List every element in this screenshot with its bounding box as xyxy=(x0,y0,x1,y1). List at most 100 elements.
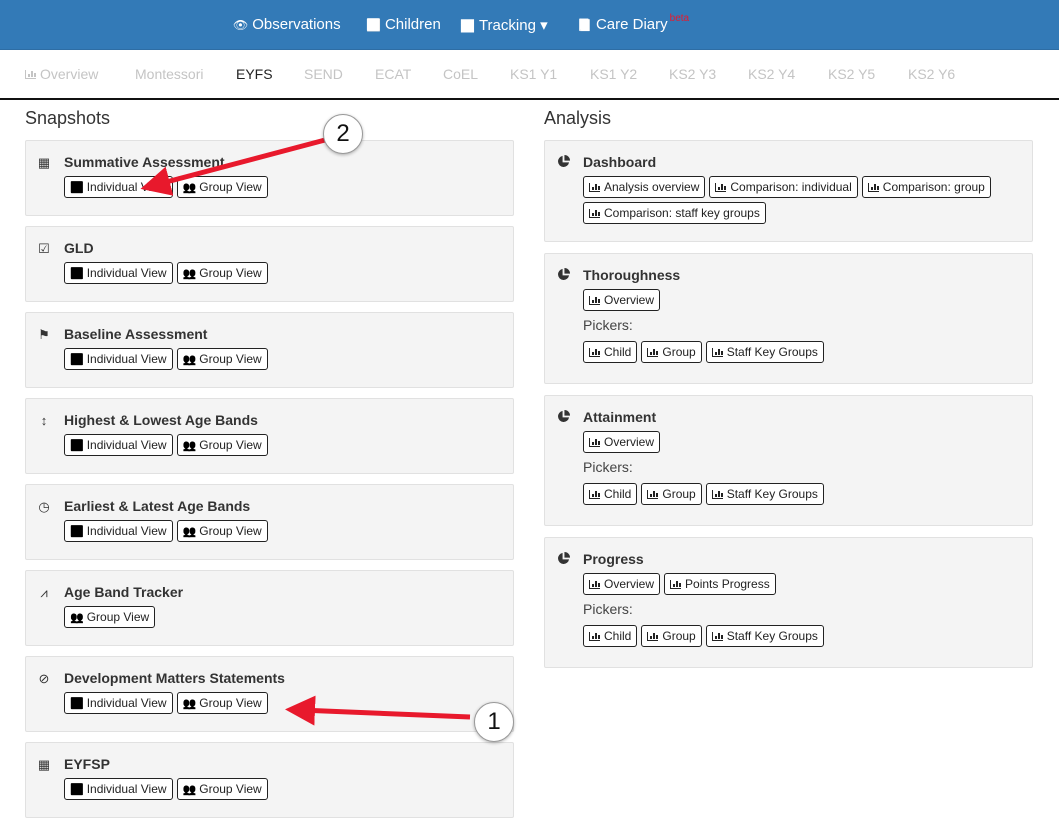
points-progress-button[interactable]: Points Progress xyxy=(664,573,776,595)
group-view-button[interactable]: 👥 Group View xyxy=(176,176,268,198)
tab-label: Montessori xyxy=(135,66,204,82)
button-row: 🚹 Individual View 👥 Group View xyxy=(64,692,503,714)
tab-ks2-y3[interactable]: KS2 Y3 xyxy=(669,66,716,82)
bar-chart-icon xyxy=(711,631,723,641)
pickers-label: Pickers: xyxy=(583,317,633,333)
tab-eyfs[interactable]: EYFS xyxy=(236,66,273,82)
tab-label: ECAT xyxy=(375,66,412,82)
button-label: Individual View xyxy=(86,782,167,796)
analysis-column: Analysis Dashboard Analysis overview Compa… xyxy=(544,108,1033,679)
picker-group-button[interactable]: Group xyxy=(641,625,702,647)
picker-child-button[interactable]: Child xyxy=(583,341,638,363)
button-row: 🚹 Individual View 👥 Group View xyxy=(64,520,503,542)
panel-title: Highest & Lowest Age Bands xyxy=(64,412,258,428)
group-view-button[interactable]: 👥 Group View xyxy=(176,348,268,370)
calendar-check-icon: ☑ xyxy=(38,241,50,256)
button-label: Group View xyxy=(199,266,262,280)
button-label: Group View xyxy=(199,352,262,366)
tab-label: KS1 Y1 xyxy=(510,66,558,82)
snapshot-panel-eyfsp: ▦ EYFSP 🚹 Individual View 👥 Group View xyxy=(25,742,514,818)
analysis-panel-thoroughness: Thoroughness Overview Pickers: Child Group St… xyxy=(544,253,1033,384)
nav-label: Care Diary xyxy=(595,16,668,33)
tab-ks1-y1[interactable]: KS1 Y1 xyxy=(510,66,557,82)
eye-icon: 👁 xyxy=(233,18,249,32)
child-icon: 🚹 xyxy=(70,353,84,366)
group-view-button[interactable]: 👥 Group View xyxy=(176,434,268,456)
bar-chart-icon xyxy=(589,489,600,499)
users-icon: 👥 xyxy=(182,697,197,710)
button-label: Individual View xyxy=(86,524,167,538)
group-view-button[interactable]: 👥 Group View xyxy=(64,606,156,628)
users-icon: 👥 xyxy=(182,439,197,452)
individual-view-button[interactable]: 🚹 Individual View xyxy=(64,434,173,456)
overview-button[interactable]: Overview xyxy=(583,431,661,453)
comparison-staff-key-groups-button[interactable]: Comparison: staff key groups xyxy=(583,202,766,224)
picker-staff-key-groups-button[interactable]: Staff Key Groups xyxy=(705,625,824,647)
nav-care-diary[interactable]: 📘 Care Diary beta xyxy=(577,13,690,33)
tab-ks2-y6[interactable]: KS2 Y6 xyxy=(908,66,955,82)
analysis-panel-dashboard: Dashboard Analysis overview Comparison: in… xyxy=(544,140,1033,242)
tab-ks1-y2[interactable]: KS1 Y2 xyxy=(590,66,637,82)
tab-ecat[interactable]: ECAT xyxy=(375,66,411,82)
child-icon: 🚹 xyxy=(70,267,84,280)
picker-staff-key-groups-button[interactable]: Staff Key Groups xyxy=(705,341,824,363)
bar-chart-icon xyxy=(589,631,600,641)
bar-chart-icon xyxy=(589,208,600,218)
annotation-marker-2: 2 xyxy=(323,114,363,154)
comparison-group-button[interactable]: Comparison: group xyxy=(861,176,991,198)
users-icon: 👥 xyxy=(182,267,197,280)
button-label: Group View xyxy=(199,438,262,452)
button-row: Overview xyxy=(583,431,1022,453)
pie-chart-icon xyxy=(556,410,570,426)
child-icon: 🚹 xyxy=(70,783,84,796)
individual-view-button[interactable]: 🚹 Individual View xyxy=(64,520,173,542)
tab-ks2-y5[interactable]: KS2 Y5 xyxy=(828,66,875,82)
nav-observations[interactable]: 👁 Observations xyxy=(233,16,341,33)
panel-title: Progress xyxy=(583,551,644,567)
snapshot-panel-gld: ☑ GLD 🚹 Individual View 👥 Group View xyxy=(25,226,514,302)
analysis-overview-button[interactable]: Analysis overview xyxy=(583,176,706,198)
picker-child-button[interactable]: Child xyxy=(583,483,638,505)
calendar-icon: ▦ xyxy=(37,757,51,772)
individual-view-button[interactable]: 🚹 Individual View xyxy=(64,692,173,714)
tab-send[interactable]: SEND xyxy=(304,66,343,82)
individual-view-button[interactable]: 🚹 Individual View xyxy=(64,262,173,284)
group-view-button[interactable]: 👥 Group View xyxy=(176,692,268,714)
group-view-button[interactable]: 👥 Group View xyxy=(176,262,268,284)
tab-coel[interactable]: CoEL xyxy=(443,66,478,82)
button-label: Group View xyxy=(199,524,262,538)
button-label: Comparison: group xyxy=(882,180,985,194)
picker-group-button[interactable]: Group xyxy=(641,483,702,505)
picker-child-button[interactable]: Child xyxy=(583,625,638,647)
panel-title: Attainment xyxy=(583,409,657,425)
nav-children[interactable]: 🚹 Children xyxy=(366,16,441,33)
tab-label: KS2 Y6 xyxy=(908,66,956,82)
tab-overview[interactable]: Overview xyxy=(25,66,98,82)
comparison-individual-button[interactable]: Comparison: individual xyxy=(709,176,858,198)
snapshot-panel-highest-lowest-age-bands: ↕ Highest & Lowest Age Bands 🚹 Individual V… xyxy=(25,398,514,474)
button-label: Individual View xyxy=(86,266,167,280)
individual-view-button[interactable]: 🚹 Individual View xyxy=(64,348,173,370)
panel-title: Age Band Tracker xyxy=(64,584,184,600)
individual-view-button[interactable]: 🚹 Individual View xyxy=(64,176,173,198)
picker-group-button[interactable]: Group xyxy=(641,341,702,363)
child-icon: 🚹 xyxy=(70,181,84,194)
group-view-button[interactable]: 👥 Group View xyxy=(176,778,268,800)
panel-title: Earliest & Latest Age Bands xyxy=(64,498,251,514)
bar-chart-icon xyxy=(589,182,600,192)
tab-label: KS2 Y3 xyxy=(669,66,717,82)
nav-tracking[interactable]: 📈 Tracking ▾ xyxy=(460,16,548,34)
picker-staff-key-groups-button[interactable]: Staff Key Groups xyxy=(705,483,824,505)
beta-badge: beta xyxy=(669,13,690,24)
individual-view-button[interactable]: 🚹 Individual View xyxy=(64,778,173,800)
button-label: Individual View xyxy=(86,180,167,194)
group-view-button[interactable]: 👥 Group View xyxy=(176,520,268,542)
overview-button[interactable]: Overview xyxy=(583,573,661,595)
button-label: Overview xyxy=(604,293,655,307)
overview-button[interactable]: Overview xyxy=(583,289,661,311)
tab-label: SEND xyxy=(304,66,343,82)
tab-montessori[interactable]: Montessori xyxy=(135,66,203,82)
line-chart-icon: ⩘ xyxy=(40,585,48,600)
button-label: Group xyxy=(662,629,696,643)
tab-ks2-y4[interactable]: KS2 Y4 xyxy=(748,66,795,82)
